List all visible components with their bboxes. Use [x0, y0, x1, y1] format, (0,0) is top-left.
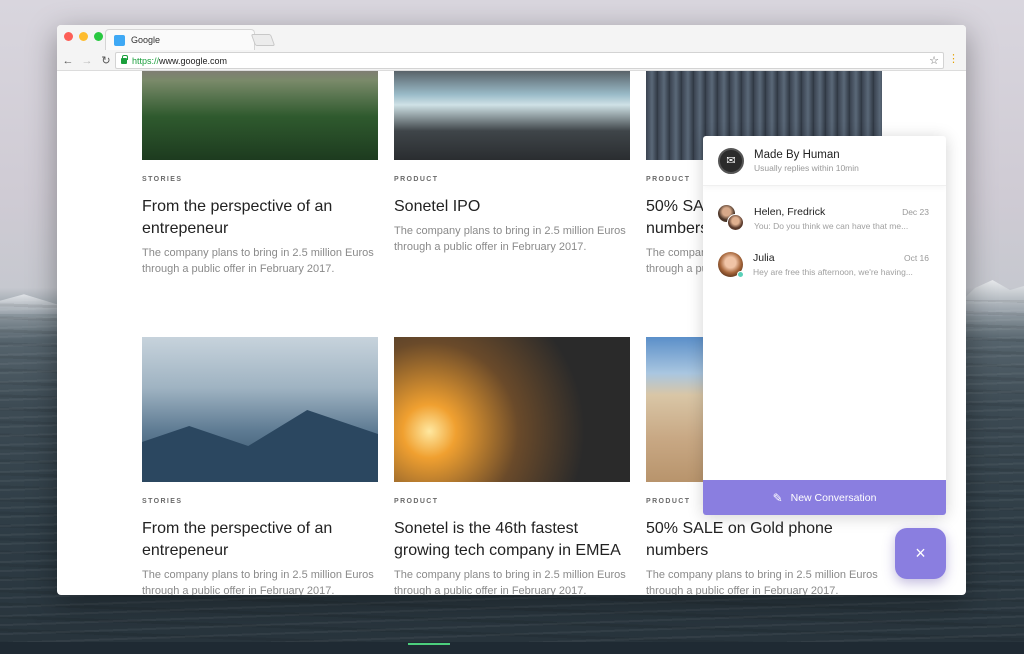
avatar — [727, 214, 744, 231]
chat-widget: ✉ Made By Human Usually replies within 1… — [703, 136, 946, 515]
article-title[interactable]: From the perspective of an entrepeneur — [142, 196, 378, 240]
conversation-preview: You: Do you think we can have that me... — [754, 220, 909, 231]
close-chat-button[interactable]: × — [895, 528, 946, 579]
team-logo-icon: ✉ — [718, 147, 744, 174]
conversation-name: Julia — [753, 251, 775, 264]
conversation-item[interactable]: Helen, Fredrick Dec 23 You: Do you think… — [703, 196, 946, 240]
back-arrow-icon[interactable]: ← — [60, 53, 76, 69]
reply-time: Usually replies within 10min — [754, 162, 859, 173]
article-description: The company plans to bring in 2.5 millio… — [142, 247, 374, 275]
close-window-button[interactable] — [64, 32, 73, 41]
minimize-window-button[interactable] — [79, 32, 88, 41]
article-description: The company plans to bring in 2.5 millio… — [646, 569, 878, 595]
article-image — [142, 71, 378, 160]
forward-arrow-icon[interactable]: → — [79, 53, 95, 69]
article-title[interactable]: From the perspective of an entrepeneur — [142, 518, 378, 562]
lock-icon — [121, 54, 128, 64]
taskbar — [0, 642, 1024, 654]
conversation-date: Dec 23 — [902, 206, 929, 217]
article-card[interactable]: PRODUCT Sonetel IPO The company plans to… — [394, 71, 630, 255]
conversation-name: Helen, Fredrick — [754, 205, 826, 218]
chat-header: ✉ Made By Human Usually replies within 1… — [703, 136, 946, 186]
close-icon: × — [915, 543, 926, 563]
new-tab-button[interactable] — [250, 34, 276, 46]
new-conversation-label: New Conversation — [790, 491, 877, 504]
tab-title: Google — [131, 35, 161, 45]
url-scheme: https:// — [132, 55, 160, 66]
article-image — [394, 71, 630, 160]
conversation-date: Oct 16 — [903, 252, 929, 263]
article-title[interactable]: 50% SALE on Gold phone numbers — [646, 518, 882, 562]
favicon-icon — [114, 34, 125, 46]
window-controls — [64, 32, 103, 41]
article-category: STORIES — [142, 176, 183, 183]
reload-icon[interactable]: ↻ — [98, 53, 114, 69]
browser-tab[interactable]: Google — [105, 29, 255, 50]
article-category: STORIES — [142, 498, 183, 505]
article-category: PRODUCT — [394, 176, 439, 183]
article-card[interactable]: STORIES From the perspective of an entre… — [142, 337, 378, 595]
online-status-icon — [737, 270, 744, 278]
article-description: The company plans to bring in 2.5 millio… — [142, 569, 374, 595]
browser-menu-icon[interactable]: ⋮ — [948, 54, 959, 65]
active-app-indicator — [408, 643, 450, 645]
team-name: Made By Human — [754, 148, 840, 161]
new-conversation-button[interactable]: ✎ New Conversation — [703, 480, 946, 515]
group-avatar — [718, 205, 744, 231]
article-image — [394, 337, 630, 482]
browser-chrome: Google ← → ↻ https:// www.google.com ☆ ⋮ — [57, 25, 966, 71]
article-title[interactable]: Sonetel IPO — [394, 196, 630, 218]
article-image — [142, 337, 378, 482]
article-card[interactable]: PRODUCT Sonetel is the 46th fastest grow… — [394, 337, 630, 595]
article-description: The company plans to bring in 2.5 millio… — [394, 225, 626, 253]
article-description: The company plans to bring in 2.5 millio… — [394, 569, 626, 595]
conversation-item[interactable]: Julia Oct 16 Hey are free this afternoon… — [703, 242, 946, 286]
url-host: www.google.com — [159, 55, 228, 66]
article-category: PRODUCT — [394, 498, 439, 505]
address-bar[interactable]: https:// www.google.com ☆ — [115, 52, 944, 69]
maximize-window-button[interactable] — [94, 32, 103, 41]
pencil-icon: ✎ — [772, 490, 783, 505]
conversation-preview: Hey are free this afternoon, we're havin… — [753, 266, 913, 277]
article-title[interactable]: Sonetel is the 46th fastest growing tech… — [394, 518, 630, 562]
avatar — [718, 251, 744, 278]
browser-toolbar: ← → ↻ https:// www.google.com ☆ ⋮ — [57, 50, 966, 71]
bookmark-star-icon[interactable]: ☆ — [929, 54, 939, 67]
article-card[interactable]: STORIES From the perspective of an entre… — [142, 71, 378, 277]
